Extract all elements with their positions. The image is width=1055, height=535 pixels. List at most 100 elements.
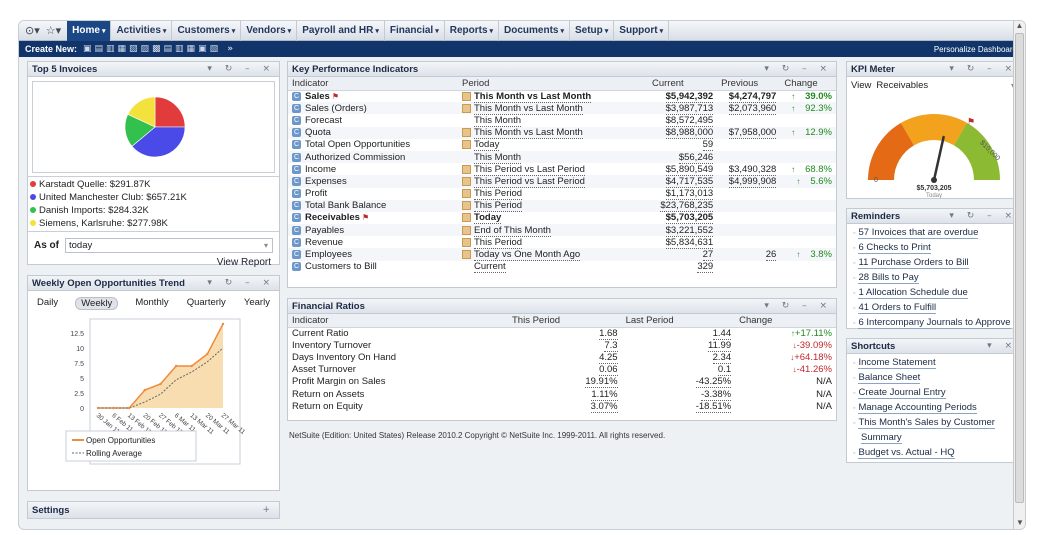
nav-item-support[interactable]: Support ▾ (614, 21, 670, 41)
kpi-previous-cell[interactable]: $2,073,960 (717, 102, 780, 115)
pie-slice[interactable] (154, 96, 186, 128)
nav-item-setup[interactable]: Setup ▾ (570, 21, 615, 41)
kpi-indicator-cell[interactable]: C Profit (288, 188, 458, 200)
kpi-indicator-cell[interactable]: C Quota (288, 127, 458, 139)
kpi-period-cell[interactable]: Current (458, 261, 648, 274)
kpi-current-cell[interactable]: $8,572,495 (648, 114, 717, 127)
kpi-period-cell[interactable]: This Period (458, 188, 648, 201)
list-item[interactable]: ◦ 11 Purchase Orders to Bill (847, 255, 1021, 270)
trend-graph-icon[interactable] (462, 128, 471, 138)
ratio-this-period-cell[interactable]: 1.68 (508, 327, 622, 340)
kpi-previous-cell[interactable] (717, 200, 780, 212)
config-icon[interactable]: C (292, 115, 301, 125)
scroll-thumb[interactable] (1015, 33, 1024, 503)
kpi-current-cell[interactable]: $4,717,535 (648, 175, 717, 188)
config-icon[interactable]: C (292, 250, 301, 260)
trend-graph-icon[interactable] (462, 250, 471, 260)
list-item[interactable]: ◦ Balance Sheet (847, 370, 1021, 385)
kpi-current-cell[interactable]: $3,987,713 (648, 102, 717, 115)
config-icon[interactable]: C (292, 91, 301, 101)
column-header[interactable]: Current (648, 77, 718, 91)
list-item[interactable]: ◦ Create Journal Entry (847, 385, 1021, 400)
kpi-previous-cell[interactable] (717, 114, 780, 126)
nav-item-documents[interactable]: Documents ▾ (499, 21, 570, 41)
config-icon[interactable]: C (292, 262, 301, 272)
kpi-current-cell[interactable]: 27 (648, 248, 717, 262)
kpi-current-cell[interactable]: $1,173,013 (648, 188, 717, 201)
kpi-indicator-cell[interactable]: C Total Open Opportunities (288, 139, 458, 151)
kpi-previous-cell[interactable]: $4,274,797 (717, 90, 780, 103)
list-item[interactable]: ◦ This Month's Sales by Customer (847, 415, 1021, 430)
trend-graph-icon[interactable] (462, 176, 471, 186)
column-header[interactable]: Indicator (288, 314, 508, 328)
kpi-previous-cell[interactable] (717, 188, 780, 200)
kpi-period-cell[interactable]: This Period vs Last Period (458, 163, 648, 176)
kpi-indicator-cell[interactable]: C Payables (288, 224, 458, 236)
trend-graph-icon[interactable] (462, 225, 471, 235)
portlet-controls[interactable]: ▾ ↻ – × (207, 278, 275, 288)
portlet-controls[interactable]: ▾ ↻ – × (764, 64, 832, 74)
config-icon[interactable]: C (292, 164, 301, 174)
column-header[interactable]: Change (780, 77, 836, 91)
kpi-period-cell[interactable]: This Month vs Last Month (458, 90, 648, 103)
kpi-indicator-cell[interactable]: C Customers to Bill (288, 261, 458, 273)
config-icon[interactable]: C (292, 140, 301, 150)
as-of-select[interactable]: today ▾ (65, 238, 273, 253)
tab-daily[interactable]: Daily (36, 297, 59, 310)
config-icon[interactable]: C (292, 189, 301, 199)
kpi-indicator-cell[interactable]: C Forecast (288, 114, 458, 126)
scroll-up-icon[interactable]: ▲ (1014, 21, 1025, 33)
kpi-previous-cell[interactable] (717, 151, 780, 163)
list-item[interactable]: Summary (847, 430, 1021, 445)
list-item[interactable]: ◦ 57 Invoices that are overdue (847, 225, 1021, 240)
ratio-this-period-cell[interactable]: 1.11% (508, 388, 622, 401)
tab-yearly[interactable]: Yearly (243, 297, 271, 310)
kpi-current-cell[interactable]: $8,988,000 (648, 127, 717, 140)
ratio-last-period-cell[interactable]: -3.38% (622, 388, 736, 401)
config-icon[interactable]: C (292, 237, 301, 247)
pie-legend-item[interactable]: Danish Imports: $284.32K (30, 204, 277, 217)
column-header[interactable]: Indicator (288, 77, 458, 91)
pie-legend-item[interactable]: Karstadt Quelle: $291.87K (30, 178, 277, 191)
kpi-previous-cell[interactable] (717, 212, 780, 224)
ratio-last-period-cell[interactable]: -43.25% (622, 376, 736, 389)
kpi-indicator-cell[interactable]: C Sales ⚑ (288, 90, 458, 102)
kpi-current-cell[interactable]: $5,834,631 (648, 236, 717, 249)
kpi-period-cell[interactable]: This Period (458, 236, 648, 249)
kpi-period-cell[interactable]: This Month (458, 151, 648, 164)
config-icon[interactable]: C (292, 201, 301, 211)
kpi-previous-cell[interactable] (717, 224, 780, 236)
trend-graph-icon[interactable] (462, 164, 471, 174)
personalize-dashboard-link[interactable]: Personalize Dashboard (934, 45, 1017, 54)
kpi-indicator-cell[interactable]: C Receivables ⚑ (288, 212, 458, 224)
kpi-indicator-cell[interactable]: C Total Bank Balance (288, 200, 458, 212)
ratio-last-period-cell[interactable]: 11.99 (622, 339, 736, 352)
trend-graph-icon[interactable] (462, 237, 471, 247)
nav-item-payroll-and-hr[interactable]: Payroll and HR ▾ (297, 21, 385, 41)
nav-item-home[interactable]: Home ▾ (67, 21, 112, 41)
kpi-indicator-cell[interactable]: C Income (288, 163, 458, 175)
kpi-previous-cell[interactable]: $3,490,328 (717, 163, 780, 176)
kpi-current-cell[interactable]: $5,942,392 (648, 90, 717, 103)
trend-graph-icon[interactable] (462, 213, 471, 223)
kpi-period-cell[interactable]: This Month vs Last Month (458, 102, 648, 115)
config-icon[interactable]: C (292, 225, 301, 235)
ratio-this-period-cell[interactable]: 7.3 (508, 339, 622, 352)
list-item[interactable]: ◦ 6 Checks to Print (847, 240, 1021, 255)
vertical-scrollbar[interactable]: ▲ ▼ (1013, 21, 1025, 529)
kpi-current-cell[interactable]: $56,246 (648, 151, 717, 164)
portlet-controls[interactable]: ▾ ↻ – × (949, 211, 1017, 221)
create-new-icons[interactable]: ▣▤▥▦▧▨▩▤▥▦▣▧ » (83, 44, 236, 54)
ratio-this-period-cell[interactable]: 3.07% (508, 400, 622, 413)
config-icon[interactable]: C (292, 103, 301, 113)
ratio-this-period-cell[interactable]: 19.91% (508, 376, 622, 389)
pie-legend-item[interactable]: Siemens, Karlsruhe: $277.98K (30, 217, 277, 230)
recent-records-icon[interactable]: ⊙▾ (25, 24, 40, 37)
tab-weekly[interactable]: Weekly (75, 297, 119, 310)
kpi-current-cell[interactable]: $5,890,549 (648, 163, 717, 176)
kpi-period-cell[interactable]: End of This Month (458, 224, 648, 237)
list-item[interactable]: ◦ 6 Intercompany Journals to Approve (847, 315, 1021, 330)
config-icon[interactable]: C (292, 176, 301, 186)
config-icon[interactable]: C (292, 213, 301, 223)
kpi-indicator-cell[interactable]: C Revenue (288, 236, 458, 248)
